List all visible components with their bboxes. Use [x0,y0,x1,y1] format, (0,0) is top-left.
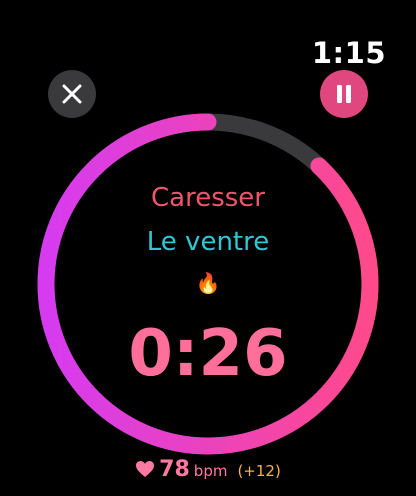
flame-icon: 🔥 [195,271,221,295]
exercise-title: Caresser [151,183,265,213]
bpm-value: 78 [159,457,190,482]
heart-icon [136,461,155,477]
exercise-subtitle: Le ventre [146,227,270,257]
bpm-delta: (+12) [237,462,281,480]
bpm-unit: bpm [193,462,228,480]
heart-rate: 78 bpm (+12) [0,457,416,482]
timer: 0:26 [128,317,288,391]
